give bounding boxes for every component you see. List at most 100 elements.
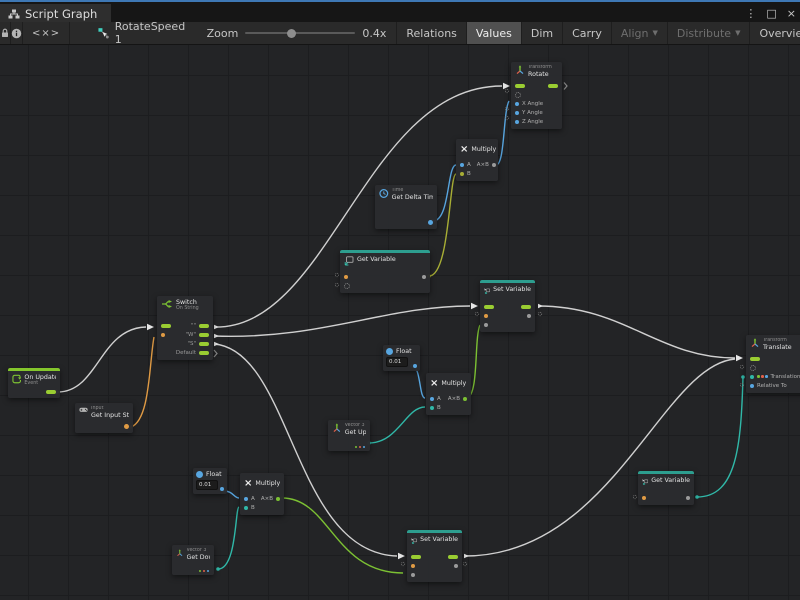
name-input-port[interactable] <box>484 314 488 318</box>
flow-input-port[interactable] <box>750 357 760 361</box>
name-input-port[interactable] <box>344 275 348 279</box>
default-output-port[interactable] <box>199 351 209 355</box>
input-a-port[interactable] <box>430 397 434 401</box>
node-get-input-string[interactable]: Input Get Input String <box>75 403 133 433</box>
output-port[interactable] <box>276 497 280 501</box>
flow-input-port[interactable] <box>411 555 421 559</box>
input-a-port[interactable] <box>244 497 248 501</box>
relations-button[interactable]: Relations <box>396 22 467 44</box>
float-icon <box>386 348 393 355</box>
carry-button[interactable]: Carry <box>563 22 612 44</box>
z-angle-port[interactable] <box>515 120 519 124</box>
vector-output-port[interactable] <box>355 446 366 449</box>
value-output-port[interactable] <box>686 496 690 500</box>
graph-canvas[interactable] <box>0 45 800 600</box>
node-translate[interactable]: Transform Translate Translation Relative… <box>746 335 800 393</box>
float-value-field[interactable]: 0.01 <box>386 357 408 367</box>
dim-button[interactable]: Dim <box>522 22 563 44</box>
case-output-port[interactable] <box>199 333 209 337</box>
translation-input-port[interactable] <box>750 375 754 379</box>
node-vector3-get-up[interactable]: Vector 3 Get Up <box>328 420 370 451</box>
target-input-port[interactable] <box>515 92 521 98</box>
value-input-port[interactable] <box>411 573 415 577</box>
node-get-variable-right[interactable]: Get Variable <box>638 471 694 505</box>
flow-output-port[interactable] <box>46 390 56 394</box>
float-output-port[interactable] <box>220 487 224 491</box>
input-b-port[interactable] <box>244 506 248 510</box>
target-input-port[interactable] <box>750 365 756 371</box>
name-input-port[interactable] <box>642 496 646 500</box>
y-angle-port[interactable] <box>515 111 519 115</box>
fallback-input-port[interactable] <box>344 283 350 289</box>
value-output-port[interactable] <box>454 564 458 568</box>
float-output-port[interactable] <box>428 220 433 225</box>
selector-input-port[interactable] <box>161 333 165 337</box>
zoom-slider[interactable] <box>245 32 355 34</box>
close-icon[interactable]: × <box>787 7 796 20</box>
node-float-bottom[interactable]: Float 0.01 <box>193 468 227 494</box>
node-get-delta-time[interactable]: Time Get Delta Time <box>375 185 437 229</box>
value-output-port[interactable] <box>527 314 531 318</box>
port-label: B <box>437 405 441 411</box>
string-output-port[interactable] <box>124 424 129 429</box>
info-button[interactable] <box>11 22 23 44</box>
node-multiply-top[interactable]: × Multiply AA×B B <box>456 139 498 181</box>
transform-icon <box>750 338 760 348</box>
node-switch-on-string[interactable]: Switch On String "" "W" "S" Default <box>157 296 213 360</box>
graph-breadcrumb[interactable]: RotateSpeed 1 <box>88 22 197 44</box>
clock-icon <box>379 188 389 199</box>
value-output-port[interactable] <box>422 275 426 279</box>
node-rotate[interactable]: Transform Rotate X Angle Y Angle Z Angle <box>511 62 562 129</box>
info-icon <box>11 28 22 39</box>
flow-input-port[interactable] <box>515 84 525 88</box>
multiply-icon: × <box>430 379 438 388</box>
node-title: Set Variable <box>493 286 531 293</box>
node-vector3-get-down[interactable]: Vector 3 Get Down <box>172 545 214 575</box>
node-category: Event <box>24 381 56 387</box>
align-button[interactable]: Align▼ <box>612 22 668 44</box>
case-output-port[interactable] <box>199 342 209 346</box>
maximize-icon[interactable]: □ <box>766 7 776 20</box>
tab-title: Script Graph <box>25 7 97 21</box>
node-multiply-mid[interactable]: × Multiply AA×B B <box>426 373 471 415</box>
flow-output-port[interactable] <box>448 555 458 559</box>
node-float-top[interactable]: Float 0.01 <box>383 345 420 371</box>
case-output-port[interactable] <box>199 324 209 328</box>
view-buttons: Relations Values Dim Carry Align▼ Distri… <box>396 22 800 44</box>
tab-script-graph[interactable]: Script Graph <box>0 4 111 24</box>
relative-to-input-port[interactable] <box>750 384 754 388</box>
lock-button[interactable] <box>0 22 11 44</box>
values-button[interactable]: Values <box>467 22 522 44</box>
flow-output-port[interactable] <box>521 305 531 309</box>
case-label: "S" <box>187 341 196 347</box>
lock-icon <box>0 28 10 38</box>
node-set-variable-top[interactable]: Set Variable <box>480 280 535 332</box>
port-label: Relative To <box>757 383 787 389</box>
code-view-button[interactable]: <×> <box>23 22 70 44</box>
node-multiply-bottom[interactable]: × Multiply AA×B B <box>240 473 284 515</box>
case-label: "W" <box>186 332 197 338</box>
float-output-port[interactable] <box>413 364 417 368</box>
distribute-button[interactable]: Distribute▼ <box>668 22 751 44</box>
input-b-port[interactable] <box>460 172 464 176</box>
output-port[interactable] <box>492 163 496 167</box>
multiply-icon: × <box>460 145 468 154</box>
output-port[interactable] <box>463 397 467 401</box>
x-angle-port[interactable] <box>515 102 519 106</box>
flow-input-port[interactable] <box>161 324 171 328</box>
float-value-field[interactable]: 0.01 <box>196 480 218 490</box>
node-set-variable-bottom[interactable]: Set Variable <box>407 530 462 582</box>
kebab-menu-icon[interactable]: ⋮ <box>745 7 756 20</box>
value-input-port[interactable] <box>484 323 488 327</box>
overview-button[interactable]: Overview <box>750 22 800 44</box>
node-on-update[interactable]: On Update Event <box>8 368 60 398</box>
input-b-port[interactable] <box>430 406 434 410</box>
name-input-port[interactable] <box>411 564 415 568</box>
zoom-slider-thumb[interactable] <box>287 29 296 38</box>
input-a-port[interactable] <box>460 163 464 167</box>
vector-output-port[interactable] <box>199 570 210 573</box>
node-get-variable-top[interactable]: Get Variable <box>340 250 430 293</box>
flow-input-port[interactable] <box>484 305 494 309</box>
node-title: Set Variable <box>420 536 458 543</box>
flow-output-port[interactable] <box>548 84 558 88</box>
